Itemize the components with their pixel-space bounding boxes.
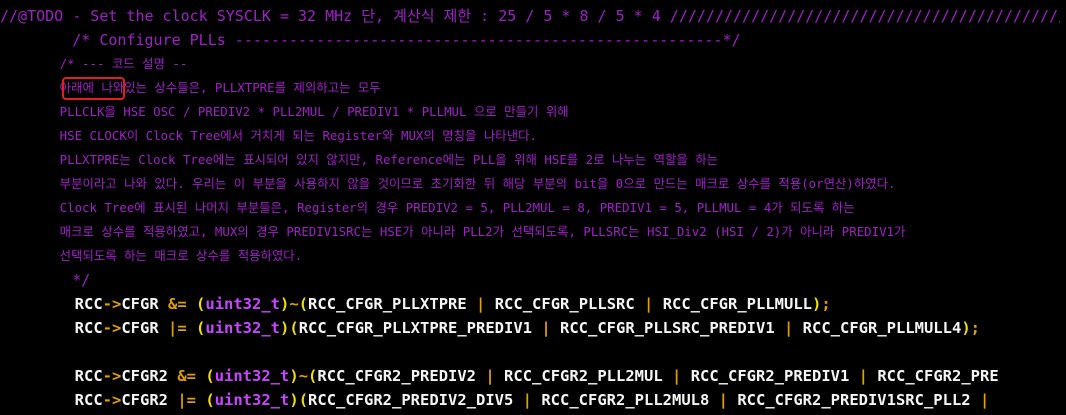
identifier-token: [187, 319, 196, 337]
paren-token: ): [280, 319, 290, 337]
paren-token: ): [812, 295, 822, 313]
operator-token: |=: [168, 319, 187, 337]
comment-line-configure: /* Configure PLLs ----------------------…: [0, 31, 741, 49]
comment-line-6: Clock Tree에 표시된 나머지 부분들은, Register의 경우 P…: [0, 200, 855, 215]
identifier-token: [196, 367, 205, 385]
identifier-token: CFGR2: [121, 367, 178, 385]
operator-token: &=: [177, 367, 196, 385]
code-line-cfgr-clear: RCC->CFGR &= (uint32_t)~(RCC_CFGR_PLLXTP…: [0, 292, 831, 316]
identifier-token: RCC_CFGR_PLLSRC: [485, 295, 645, 313]
editor-right-edge: [1060, 0, 1066, 415]
operator-token: |: [644, 295, 654, 313]
operator-token: ;: [970, 319, 980, 337]
comment-line-heading: /* --- 코드 설명 --: [0, 56, 188, 71]
operator-token: ;: [821, 295, 831, 313]
identifier-token: RCC_CFGR_PLLMULL4: [793, 319, 962, 337]
paren-token: ): [280, 295, 290, 313]
comment-line-8: 선택되도록 하는 매크로 상수를 적용하였다.: [0, 248, 303, 263]
identifier-token: [187, 295, 196, 313]
operator-token: ~: [289, 295, 299, 313]
operator-token: |: [979, 391, 990, 409]
identifier-token: CFGR2: [121, 391, 178, 409]
paren-token: ): [289, 367, 299, 385]
identifier-token: RCC: [0, 391, 103, 409]
comment-line-todo: //@TODO - Set the clock SYSCLK = 32 MHz …: [0, 7, 1066, 25]
operator-token: |: [718, 391, 728, 409]
operator-token: |: [783, 319, 794, 337]
operator-token: ~: [298, 367, 309, 385]
identifier-token: CFGR: [121, 319, 168, 337]
identifier-token: RCC_CFGR2_PREDIV1: [681, 367, 859, 385]
paren-token: (: [298, 295, 309, 313]
comment-line-close: */: [0, 271, 91, 289]
operator-token: |: [541, 319, 551, 337]
paren-token: (: [289, 319, 299, 337]
red-annotation-highlight: [62, 77, 125, 100]
identifier-token: RCC: [0, 367, 103, 385]
operator-token: &=: [168, 295, 187, 313]
code-line-cfgr-set: RCC->CFGR |= (uint32_t)(RCC_CFGR_PLLXTPR…: [0, 316, 980, 340]
identifier-token: RCC: [0, 295, 103, 313]
code-line-cfgr2-clear: RCC->CFGR2 &= (uint32_t)~(RCC_CFGR2_PRED…: [0, 364, 999, 388]
comment-line-1: 아래에 나와있는 상수들은, PLLXTPRE를 제외하고는 모두: [0, 80, 381, 95]
identifier-token: [196, 391, 205, 409]
paren-token: ): [961, 319, 971, 337]
paren-token: (: [196, 319, 206, 337]
identifier-token: RCC_CFGR2_PREDIV1SRC_PLL2: [728, 391, 980, 409]
type-token: uint32_t: [214, 367, 290, 385]
identifier-token: RCC_CFGR2_PLL2MUL: [494, 367, 673, 385]
comment-line-4: PLLXTPRE는 Clock Tree에는 표시되어 있지 않지만, Refe…: [0, 152, 719, 167]
paren-token: (: [196, 295, 206, 313]
operator-token: |=: [177, 391, 196, 409]
identifier-token: RCC_CFGR2_PREDIV2: [317, 367, 486, 385]
comment-line-3: HSE CLOCK이 Clock Tree에서 거치게 되는 Register와…: [0, 128, 537, 143]
type-token: uint32_t: [205, 295, 281, 313]
identifier-token: RCC_CFGR2_PLL2MUL8: [532, 391, 719, 409]
operator-token: |: [858, 367, 869, 385]
operator-token: ->: [102, 367, 122, 385]
paren-token: (: [205, 367, 215, 385]
operator-token: |: [476, 295, 486, 313]
operator-token: |: [485, 367, 495, 385]
identifier-token: RCC_CFGR2_PREDIV2_DIV5: [308, 391, 523, 409]
operator-token: |: [522, 391, 533, 409]
identifier-token: RCC_CFGR2_PRE: [868, 367, 999, 385]
type-token: uint32_t: [214, 391, 290, 409]
identifier-token: RCC_CFGR_PLLXTPRE: [308, 295, 477, 313]
operator-token: ->: [102, 295, 122, 313]
identifier-token: RCC: [0, 319, 103, 337]
code-editor[interactable]: //@TODO - Set the clock SYSCLK = 32 MHz …: [0, 0, 1066, 415]
identifier-token: RCC_CFGR_PLLMULL: [653, 295, 812, 313]
operator-token: |: [672, 367, 682, 385]
operator-token: ->: [102, 319, 122, 337]
type-token: uint32_t: [205, 319, 281, 337]
paren-token: (: [205, 391, 215, 409]
paren-token: ): [289, 391, 299, 409]
identifier-token: RCC_CFGR_PLLSRC_PREDIV1: [550, 319, 784, 337]
paren-token: (: [308, 367, 318, 385]
comment-line-2: PLLCLK을 HSE OSC / PREDIV2 * PLL2MUL / PR…: [0, 104, 569, 119]
code-line-cfgr2-set: RCC->CFGR2 |= (uint32_t)(RCC_CFGR2_PREDI…: [0, 388, 990, 412]
operator-token: ->: [102, 391, 122, 409]
paren-token: (: [298, 391, 309, 409]
comment-line-5: 부분이라고 나와 있다. 우리는 이 부분을 사용하지 않을 것이므로 초기화한…: [0, 176, 896, 191]
identifier-token: RCC_CFGR_PLLXTPRE_PREDIV1: [298, 319, 542, 337]
comment-line-7: 매크로 상수를 적용하였고, MUX의 경우 PREDIV1SRC는 HSE가 …: [0, 224, 906, 239]
identifier-token: CFGR: [121, 295, 168, 313]
